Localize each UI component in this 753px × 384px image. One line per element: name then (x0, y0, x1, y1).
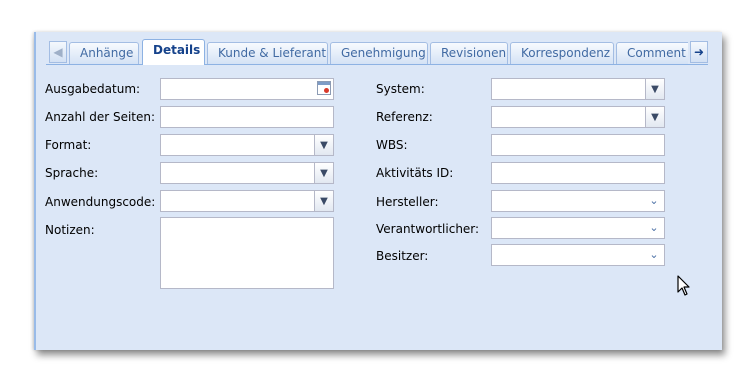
calendar-icon[interactable] (317, 81, 331, 95)
referenz-label: Referenz: (376, 110, 433, 124)
format-combo[interactable]: ▼ (160, 134, 334, 156)
wbs-field[interactable] (491, 134, 665, 156)
notizen-label: Notizen: (45, 223, 95, 237)
wbs-label: WBS: (376, 138, 408, 152)
hersteller-label: Hersteller: (376, 195, 439, 209)
ausgabedatum-label: Ausgabedatum: (45, 82, 141, 96)
system-combo[interactable]: ▼ (491, 78, 665, 100)
besitzer-label: Besitzer: (376, 249, 429, 263)
anzahl-seiten-field[interactable] (160, 106, 334, 128)
tab-kunde-lieferant[interactable]: Kunde & Lieferant (207, 42, 328, 64)
referenz-combo[interactable]: ▼ (491, 106, 665, 128)
tab-scroll-left-button[interactable]: ◀ (49, 41, 67, 63)
tab-korrespondenz[interactable]: Korrespondenz (510, 42, 614, 64)
chevron-down-icon[interactable]: ⌄ (647, 222, 661, 234)
details-panel: ◀ Anhänge Details Kunde & Lieferant Gene… (34, 32, 722, 350)
ausgabedatum-field[interactable] (160, 78, 334, 100)
mouse-cursor-icon (677, 275, 690, 296)
besitzer-combo[interactable]: ⌄ (491, 244, 665, 266)
hersteller-combo[interactable]: ⌄ (491, 190, 665, 212)
notizen-textarea[interactable] (160, 217, 334, 289)
arrow-right-icon: ➜ (693, 45, 705, 59)
tab-comment-review[interactable]: Comment R (616, 42, 688, 64)
tab-bar: ◀ Anhänge Details Kunde & Lieferant Gene… (46, 38, 708, 65)
tab-scroll-right-button[interactable]: ➜ (690, 41, 708, 63)
anwendungscode-label: Anwendungscode: (45, 195, 156, 209)
verantwortlicher-combo[interactable]: ⌄ (491, 217, 665, 239)
system-label: System: (376, 82, 425, 96)
chevron-down-icon[interactable]: ⌄ (647, 249, 661, 261)
chevron-down-icon[interactable]: ▼ (314, 163, 333, 183)
tab-anhaenge[interactable]: Anhänge (69, 42, 139, 64)
chevron-down-icon[interactable]: ⌄ (647, 195, 661, 207)
anwendungscode-combo[interactable]: ▼ (160, 190, 334, 212)
anzahl-seiten-label: Anzahl der Seiten: (45, 110, 156, 124)
verantwortlicher-label: Verantwortlicher: (376, 222, 480, 236)
chevron-down-icon[interactable]: ▼ (645, 79, 664, 99)
arrow-left-icon: ◀ (53, 45, 63, 59)
aktivitaets-id-field[interactable] (491, 162, 665, 184)
chevron-down-icon[interactable]: ▼ (645, 107, 664, 127)
tab-genehmigung[interactable]: Genehmigung (330, 42, 428, 64)
sprache-combo[interactable]: ▼ (160, 162, 334, 184)
tab-revisionen[interactable]: Revisionen (430, 42, 508, 64)
tab-details[interactable]: Details (142, 39, 205, 65)
aktivitaets-id-label: Aktivitäts ID: (376, 166, 454, 180)
format-label: Format: (45, 138, 92, 152)
tab-strip: Anhänge Details Kunde & Lieferant Genehm… (69, 38, 688, 65)
chevron-down-icon[interactable]: ▼ (314, 191, 333, 211)
chevron-down-icon[interactable]: ▼ (314, 135, 333, 155)
sprache-label: Sprache: (45, 166, 99, 180)
